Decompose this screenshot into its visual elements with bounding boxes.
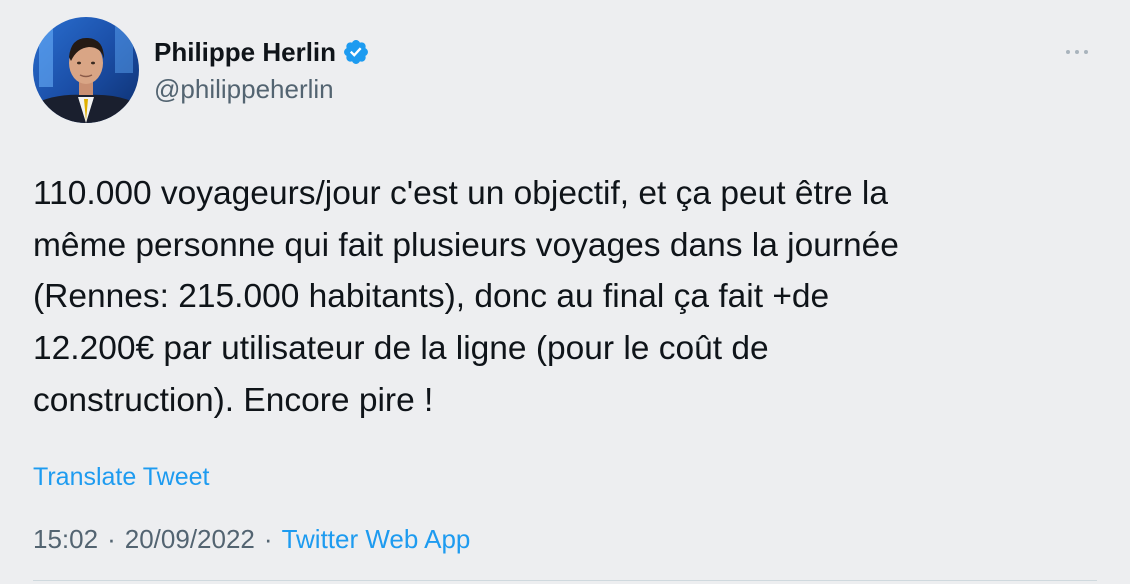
divider [33, 580, 1097, 581]
translate-tweet-link[interactable]: Translate Tweet [33, 460, 209, 494]
display-name-row: Philippe Herlin [154, 34, 370, 70]
meta-separator: · [263, 524, 273, 554]
author-block: Philippe Herlin @philippeherlin [154, 34, 370, 106]
tweet-time[interactable]: 15:02 [33, 521, 98, 557]
more-dots-icon[interactable] [1060, 40, 1094, 64]
tweet-text: 110.000 voyageurs/jour c'est un objectif… [33, 175, 899, 419]
tweet-card: Philippe Herlin @philippeherlin 110.000 … [0, 0, 1130, 584]
avatar-photo [33, 17, 139, 123]
handle[interactable]: @philippeherlin [154, 72, 370, 106]
tweet-meta: 15:02 · 20/09/2022 · Twitter Web App [33, 521, 470, 557]
tweet-date[interactable]: 20/09/2022 [125, 521, 255, 557]
display-name[interactable]: Philippe Herlin [154, 34, 336, 70]
meta-separator: · [107, 524, 116, 554]
verified-badge-icon [342, 38, 370, 66]
tweet-source-link[interactable]: Twitter Web App [282, 521, 471, 557]
avatar[interactable] [33, 17, 139, 123]
